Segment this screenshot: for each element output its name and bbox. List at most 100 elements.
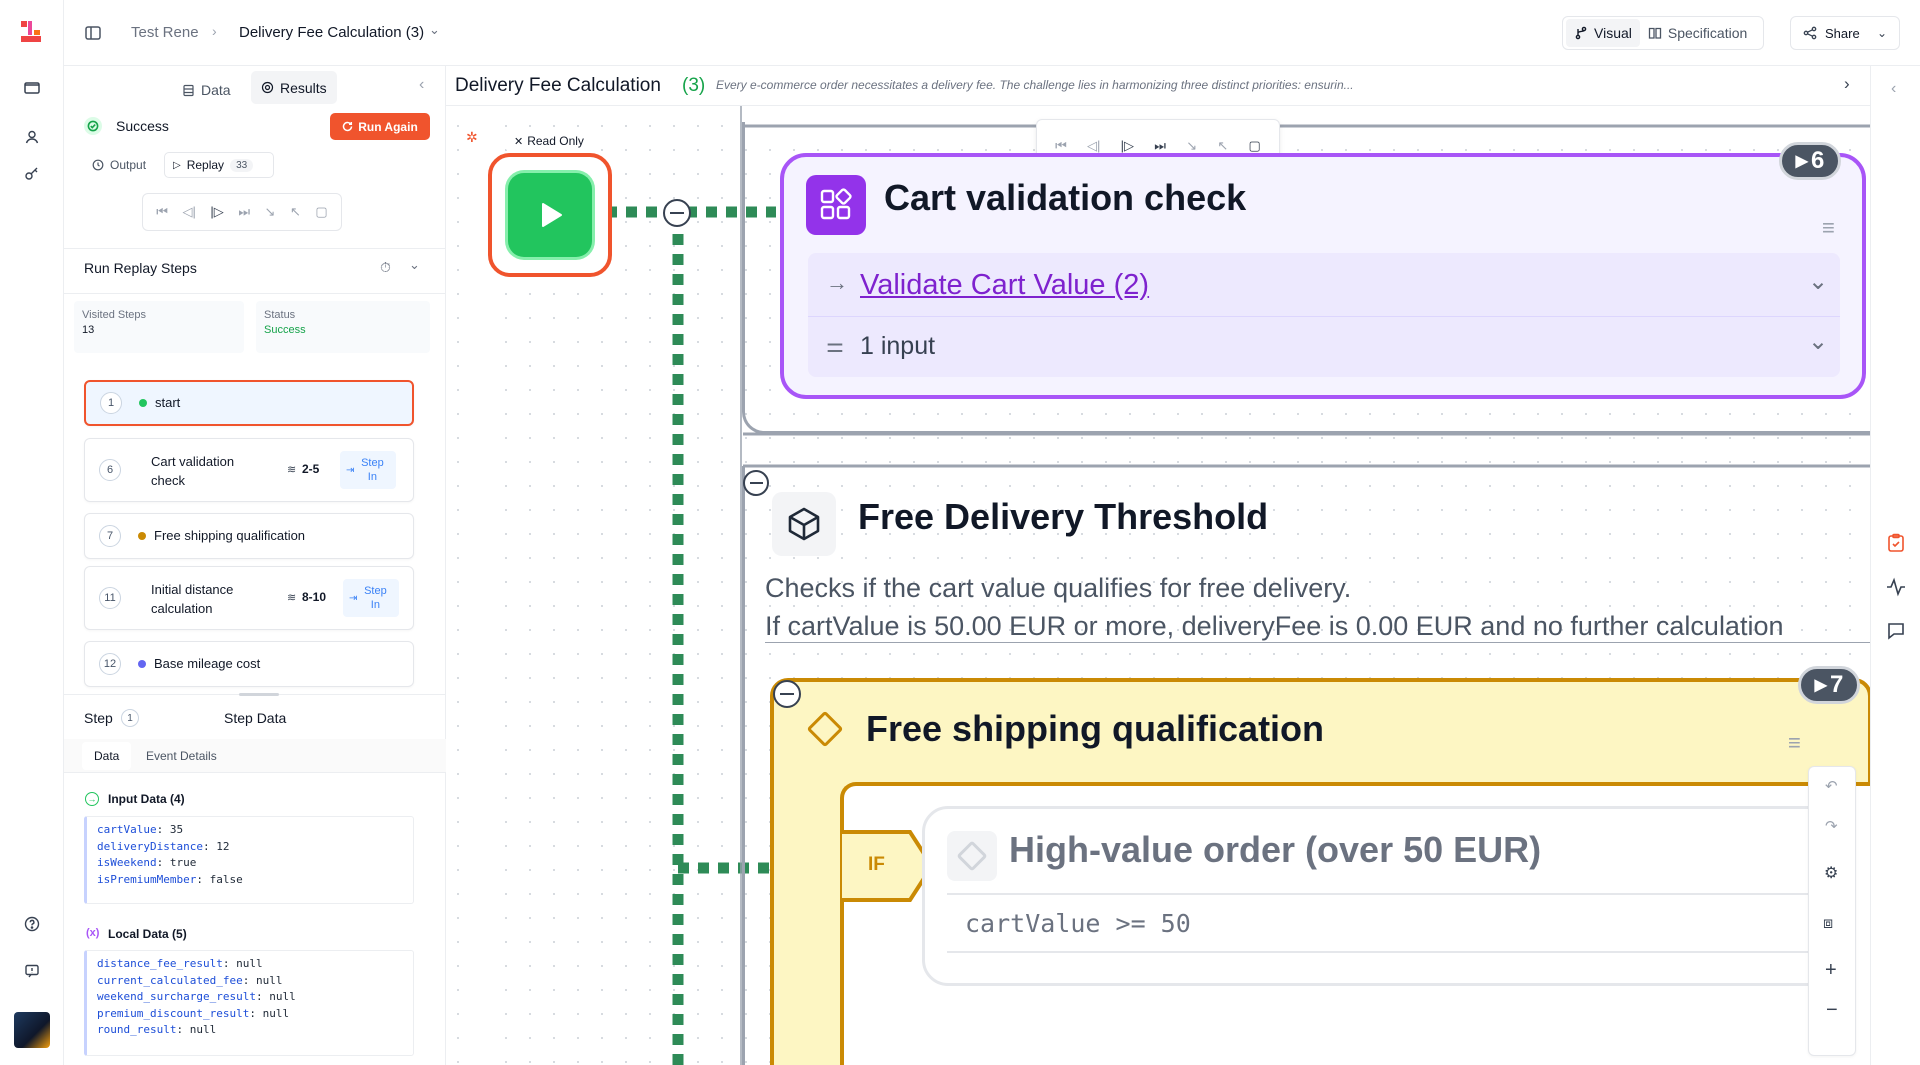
- skip-to-end-icon[interactable]: ⏭: [238, 204, 250, 220]
- zoom-out-icon[interactable]: −: [1826, 999, 1838, 1022]
- step-label: Step: [84, 710, 113, 726]
- input-data-icon: →: [85, 792, 99, 806]
- status-dot: [139, 399, 147, 407]
- replay-step-free-shipping[interactable]: 7 Free shipping qualification: [84, 513, 414, 559]
- chevron-down-icon[interactable]: ⌄: [409, 257, 420, 273]
- breadcrumb-flow-title[interactable]: Delivery Fee Calculation (3): [239, 24, 424, 41]
- step-out-icon[interactable]: ↖: [290, 204, 301, 220]
- play-outline-icon: ▷: [173, 159, 181, 171]
- replay-step-base-mileage[interactable]: 12 Base mileage cost: [84, 641, 414, 687]
- skip-to-end-icon[interactable]: ⏭: [1154, 138, 1166, 154]
- start-node[interactable]: [488, 153, 612, 277]
- feedback-icon[interactable]: [20, 959, 44, 983]
- local-row: weekend_surcharge_result: null: [97, 990, 296, 1003]
- undo-icon[interactable]: ↶: [1825, 777, 1838, 795]
- step-back-icon[interactable]: ◁|: [1087, 138, 1100, 154]
- subflow-link[interactable]: Validate Cart Value (2): [860, 269, 1149, 302]
- step-in-button[interactable]: ⇥ Step In: [343, 579, 399, 617]
- specification-view-button[interactable]: Specification: [1640, 25, 1755, 41]
- replay-step-initial-distance[interactable]: 11 Initial distance calculation ≋ 8-10 ⇥…: [84, 566, 414, 630]
- step-in-icon: ⇥: [346, 464, 355, 476]
- cart-validation-node[interactable]: Cart validation check ≡ → Validate Cart …: [780, 153, 1866, 399]
- user-icon[interactable]: [20, 125, 44, 149]
- stop-icon[interactable]: ▢: [315, 204, 327, 220]
- right-rail: ‹: [1870, 66, 1920, 1065]
- chevron-down-icon[interactable]: ⌄: [1808, 267, 1828, 296]
- step-data-heading: Step Data: [224, 710, 287, 726]
- local-data-block: distance_fee_result: null current_calcul…: [84, 950, 414, 1056]
- run-again-button[interactable]: Run Again: [330, 113, 430, 140]
- collapse-toggle[interactable]: [773, 680, 801, 708]
- replay-step-start[interactable]: 1 start: [84, 380, 414, 426]
- play-icon[interactable]: |▷: [1121, 138, 1134, 154]
- status-dot: [138, 532, 146, 540]
- menu-icon[interactable]: ≡: [1822, 215, 1835, 241]
- activity-icon[interactable]: [1885, 576, 1907, 598]
- share-button[interactable]: Share ⌄: [1790, 16, 1900, 50]
- play-icon[interactable]: |▷: [210, 204, 223, 220]
- checklist-icon[interactable]: [1885, 532, 1907, 554]
- threshold-icon: [772, 492, 836, 556]
- replay-step-cart-validation[interactable]: 6 Cart validation check ≋ 2-5 ⇥ Step In: [84, 438, 414, 502]
- fit-view-icon[interactable]: ⧈: [1823, 915, 1833, 933]
- chevron-down-icon[interactable]: ⌄: [1808, 327, 1828, 356]
- flow-canvas[interactable]: Delivery Fee Calculation (3) Every e-com…: [446, 66, 1870, 1065]
- breadcrumb-separator-icon: ›: [212, 23, 217, 39]
- skip-to-start-icon[interactable]: ⏮: [1055, 138, 1067, 154]
- collapse-toggle[interactable]: [663, 199, 691, 227]
- layers-icon: ≋: [287, 592, 297, 604]
- step-into-icon[interactable]: ↘: [1186, 138, 1197, 154]
- input-data-heading: Input Data (4): [108, 792, 185, 806]
- tab-results[interactable]: Results: [251, 71, 337, 104]
- settings-icon[interactable]: ⚙: [1824, 863, 1838, 883]
- database-icon: [183, 84, 194, 96]
- breadcrumb-workspace[interactable]: Test Rene: [131, 24, 199, 41]
- timer-icon[interactable]: ⏱: [380, 259, 391, 276]
- tab-event-details[interactable]: Event Details: [146, 749, 217, 763]
- data-subtabs: Data Event Details: [64, 739, 446, 773]
- tab-step-data[interactable]: Data: [82, 742, 132, 770]
- collapse-toggle[interactable]: [743, 470, 769, 496]
- subflow-link-row[interactable]: → Validate Cart Value (2) ⌄: [808, 253, 1840, 317]
- status-stat: Status Success: [256, 301, 430, 353]
- key-icon[interactable]: [20, 161, 44, 185]
- canvas-toolbar: ↶ ↷ ⚙ ⧈ + −: [1808, 766, 1856, 1056]
- step-number-badge: 1: [121, 709, 139, 727]
- local-row: distance_fee_result: null: [97, 957, 263, 970]
- collapse-panel-icon[interactable]: ‹: [419, 76, 424, 94]
- inputs-row[interactable]: ⚌ 1 input ⌄: [808, 317, 1840, 377]
- folder-icon[interactable]: [20, 76, 44, 100]
- threshold-title: Free Delivery Threshold: [858, 496, 1269, 537]
- step-in-button[interactable]: ⇥ Step In: [340, 451, 396, 489]
- step-into-icon[interactable]: ↘: [265, 204, 276, 220]
- input-data-block: cartValue: 35 deliveryDistance: 12 isWee…: [84, 816, 414, 904]
- collapse-right-icon[interactable]: ‹: [1891, 80, 1896, 98]
- drag-handle[interactable]: [239, 693, 279, 696]
- subtab-output[interactable]: Output: [92, 158, 146, 172]
- refresh-icon: [342, 121, 353, 132]
- skip-to-start-icon[interactable]: ⏮: [156, 204, 168, 220]
- step-number-badge: ▶ 7: [1798, 666, 1860, 704]
- app-logo[interactable]: [18, 18, 46, 46]
- comment-icon[interactable]: [1885, 620, 1907, 642]
- step-number-badge: ▶ 6: [1779, 142, 1841, 180]
- menu-icon[interactable]: ≡: [1788, 730, 1801, 756]
- sidebar-toggle-icon[interactable]: [84, 24, 102, 42]
- redo-icon[interactable]: ↷: [1825, 817, 1838, 835]
- top-bar: Test Rene › Delivery Fee Calculation (3)…: [64, 0, 1920, 66]
- help-icon[interactable]: [20, 912, 44, 936]
- step-back-icon[interactable]: ◁|: [183, 204, 196, 220]
- local-row: premium_discount_result: null: [97, 1006, 290, 1020]
- app-root: Test Rene › Delivery Fee Calculation (3)…: [0, 0, 1920, 1065]
- tab-data[interactable]: Data: [182, 75, 231, 105]
- node-title: Cart validation check: [884, 177, 1247, 218]
- stop-icon[interactable]: ▢: [1248, 138, 1260, 154]
- zoom-in-icon[interactable]: +: [1825, 959, 1837, 982]
- condition-card[interactable]: High-value order (over 50 EUR) cartValue…: [922, 806, 1852, 986]
- step-out-icon[interactable]: ↖: [1217, 138, 1228, 154]
- subtab-replay[interactable]: ▷ Replay 33: [164, 152, 274, 178]
- chevron-down-icon[interactable]: ⌄: [429, 22, 440, 38]
- free-shipping-node[interactable]: Free shipping qualification ≡ IF High-va…: [770, 678, 1870, 1065]
- visual-view-button[interactable]: Visual: [1566, 19, 1640, 47]
- avatar[interactable]: [14, 1012, 50, 1048]
